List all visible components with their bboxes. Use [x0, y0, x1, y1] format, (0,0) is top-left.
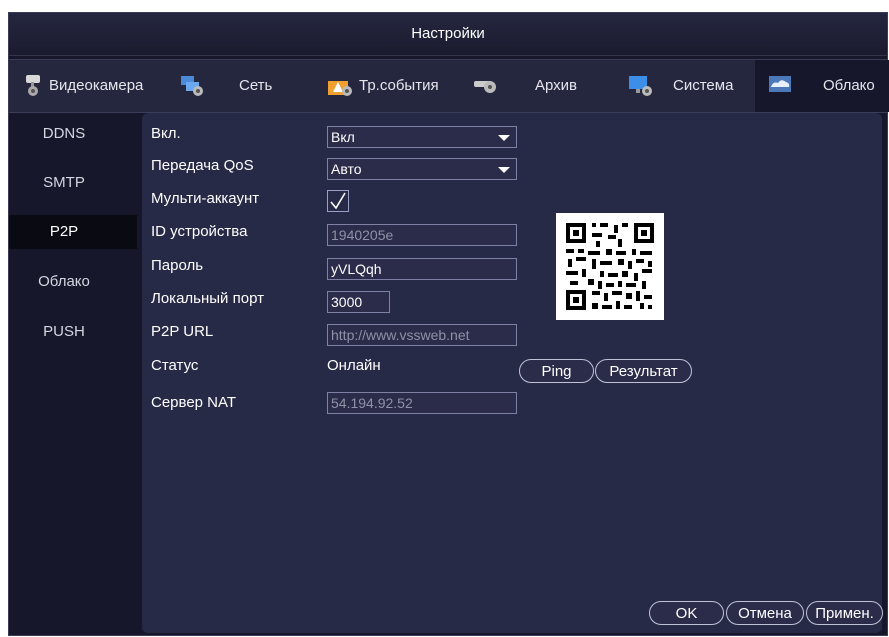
tab-system[interactable]: Система: [605, 60, 755, 112]
sidebar-item-ddns[interactable]: DDNS: [9, 117, 137, 151]
camera-gear-icon: [26, 75, 40, 96]
multi-account-checkbox[interactable]: [327, 190, 349, 212]
result-button[interactable]: Результат: [595, 359, 692, 383]
sidebar-item-push[interactable]: PUSH: [9, 315, 137, 349]
sidebar-item-cloud[interactable]: Облако: [9, 265, 137, 299]
cloud-icon: [769, 76, 791, 92]
tab-archive-label: Архив: [535, 77, 578, 94]
tab-archive[interactable]: Архив: [465, 60, 605, 112]
sidebar-item-smtp[interactable]: SMTP: [9, 166, 137, 200]
qos-select[interactable]: Авто: [327, 158, 517, 180]
status-label: Статус: [151, 357, 199, 374]
tab-cloud-label: Облако: [823, 77, 875, 94]
chevron-down-icon: [498, 167, 510, 173]
sidebar-item-p2p[interactable]: P2P: [9, 215, 137, 249]
ok-button[interactable]: OK: [649, 601, 724, 625]
tab-bar: Видеокамера Сеть Тр.события Архив Систем…: [9, 59, 889, 113]
status-value: Онлайн: [327, 357, 381, 374]
storage-gear-icon: [474, 81, 496, 93]
ping-button[interactable]: Ping: [519, 359, 594, 383]
nat-server-label: Сервер NAT: [151, 394, 237, 411]
p2p-url-field[interactable]: http://www.vssweb.net: [327, 324, 517, 346]
monitor-gear-icon: [629, 76, 652, 96]
device-id-field[interactable]: 1940205e: [327, 224, 517, 246]
password-label: Пароль: [151, 257, 204, 274]
tab-system-label: Система: [673, 77, 734, 94]
local-port-field[interactable]: 3000: [327, 291, 390, 313]
alarm-gear-icon: [328, 81, 352, 96]
sidebar: DDNS SMTP P2P Облако PUSH: [9, 113, 137, 633]
multi-account-label: Мульти-аккаунт: [151, 190, 260, 207]
sidebar-item-label: PUSH: [43, 323, 85, 340]
nat-server-field[interactable]: 54.194.92.52: [327, 392, 517, 414]
network-gear-icon: [181, 76, 203, 96]
cancel-button[interactable]: Отмена: [726, 601, 804, 625]
enable-select[interactable]: Вкл: [327, 126, 517, 148]
title-bar: Настройки: [9, 13, 887, 56]
apply-button[interactable]: Примен.: [806, 601, 883, 625]
qr-code-image: [556, 213, 664, 320]
sidebar-item-label: Облако: [38, 273, 90, 290]
tab-network[interactable]: Сеть: [167, 60, 307, 112]
chevron-down-icon: [498, 135, 510, 141]
window-title: Настройки: [411, 25, 485, 42]
tab-camera-label: Видеокамера: [49, 77, 144, 94]
sidebar-item-label: P2P: [49, 223, 79, 240]
password-field[interactable]: yVLQqh: [327, 258, 517, 280]
tab-events[interactable]: Тр.события: [307, 60, 465, 112]
tab-events-label: Тр.события: [359, 77, 439, 94]
sidebar-item-label: DDNS: [42, 125, 86, 142]
p2p-url-label: P2P URL: [151, 323, 214, 340]
qos-label: Передача QoS: [151, 157, 254, 174]
enable-label: Вкл.: [151, 125, 181, 142]
qr-code: [556, 213, 664, 320]
tab-cloud[interactable]: Облако: [755, 60, 889, 112]
local-port-label: Локальный порт: [151, 290, 264, 307]
sidebar-item-label: SMTP: [43, 174, 85, 191]
enable-select-value: Вкл: [331, 129, 355, 145]
p2p-settings-panel: Вкл. Вкл Передача QoS Авто Мульти-аккаун…: [142, 113, 883, 633]
tab-network-label: Сеть: [239, 77, 273, 94]
settings-window: Настройки Видеокамера Сеть Тр.события Ар…: [8, 12, 889, 636]
qos-select-value: Авто: [331, 161, 362, 177]
device-id-label: ID устройства: [151, 223, 248, 240]
checkmark-icon: [330, 192, 346, 210]
tab-camera[interactable]: Видеокамера: [9, 60, 167, 112]
